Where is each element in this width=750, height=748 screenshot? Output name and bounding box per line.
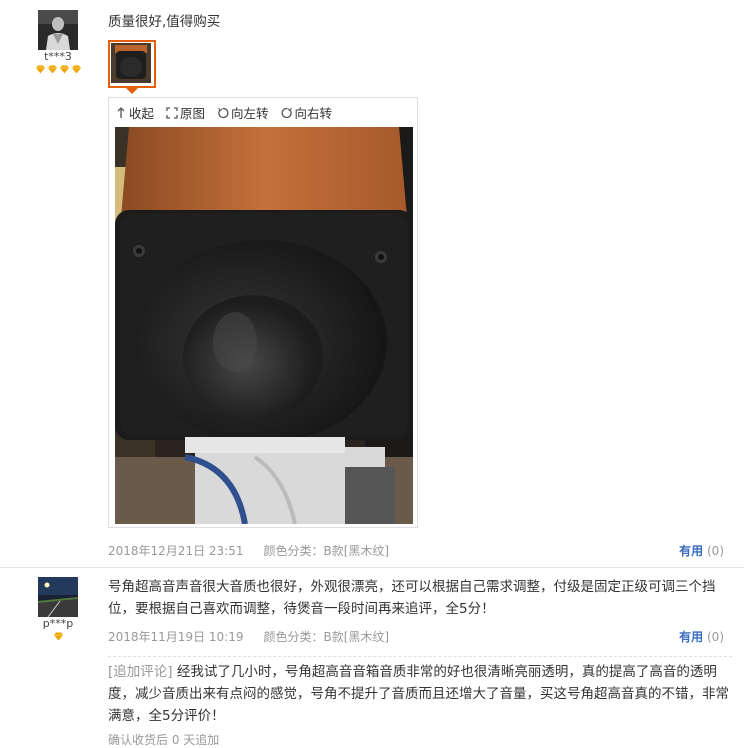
diamond-icon bbox=[53, 632, 63, 641]
useful-button[interactable]: 有用 (0) bbox=[679, 542, 724, 559]
rotate-right-button[interactable]: 向右转 bbox=[281, 103, 333, 122]
reviewer: t***3 bbox=[28, 10, 88, 74]
username: p***p bbox=[42, 617, 74, 630]
review-item: t***3 质量很好,值得购买 收起 原图 向左转 向右转 2018年12月21… bbox=[0, 0, 744, 568]
useful-count: (0) bbox=[707, 544, 724, 558]
diamond-icon bbox=[59, 65, 69, 74]
followup-review: [追加评论] 经我试了几小时，号角超高音音箱音质非常的好也很清晰亮丽透明，真的提… bbox=[108, 656, 732, 727]
review-meta: 2018年12月21日 23:51 颜色分类：B款[黑木纹] bbox=[108, 542, 389, 559]
diamond-icon bbox=[71, 65, 81, 74]
review-photo-thumbnail[interactable] bbox=[108, 40, 156, 88]
review-date: 2018年12月21日 23:51 bbox=[108, 544, 244, 558]
user-level bbox=[28, 632, 88, 641]
diamond-icon bbox=[47, 65, 57, 74]
thumbnail-pointer bbox=[126, 88, 138, 94]
review-variant: 颜色分类：B款[黑木纹] bbox=[263, 630, 390, 644]
username: t***3 bbox=[44, 50, 72, 63]
useful-label: 有用 bbox=[679, 630, 704, 644]
photo-viewer-toolbar: 收起 原图 向左转 向右转 bbox=[109, 98, 417, 127]
photo-viewer: 收起 原图 向左转 向右转 bbox=[108, 97, 418, 528]
diamond-icon bbox=[35, 65, 45, 74]
avatar[interactable] bbox=[38, 577, 78, 617]
useful-button[interactable]: 有用 (0) bbox=[679, 628, 724, 645]
review-variant: 颜色分类：B款[黑木纹] bbox=[263, 544, 390, 558]
followup-text: 经我试了几小时，号角超高音音箱音质非常的好也很清晰亮丽透明，真的提高了高音的透明… bbox=[108, 664, 729, 724]
review-meta: 2018年11月19日 10:19 颜色分类：B款[黑木纹] bbox=[108, 628, 389, 645]
avatar[interactable] bbox=[38, 10, 78, 50]
original-image-label: 原图 bbox=[180, 106, 206, 121]
followup-label: [追加评论] bbox=[108, 664, 173, 680]
arrow-up-icon bbox=[117, 106, 125, 118]
review-text: 质量很好,值得购买 bbox=[108, 14, 221, 30]
rotate-left-icon bbox=[218, 107, 229, 118]
useful-count: (0) bbox=[707, 630, 724, 644]
rotate-left-button[interactable]: 向左转 bbox=[217, 103, 269, 122]
followup-timing: 确认收货后 0 天追加 bbox=[108, 733, 220, 747]
expand-icon bbox=[166, 106, 178, 119]
rotate-right-label: 向右转 bbox=[294, 106, 333, 121]
rotate-right-icon bbox=[281, 107, 292, 118]
original-image-button[interactable]: 原图 bbox=[166, 103, 205, 122]
user-level bbox=[28, 65, 88, 74]
review-item: p***p 号角超高音声音很大音质也很好，外观很漂亮，还可以根据自己需求调整，付… bbox=[0, 569, 744, 748]
collapse-button[interactable]: 收起 bbox=[115, 103, 154, 122]
useful-label: 有用 bbox=[679, 544, 704, 558]
review-text: 号角超高音声音很大音质也很好，外观很漂亮，还可以根据自己需求调整，付级是固定正级… bbox=[108, 579, 716, 617]
reviewer: p***p bbox=[28, 577, 88, 641]
review-date: 2018年11月19日 10:19 bbox=[108, 630, 244, 644]
collapse-label: 收起 bbox=[129, 106, 155, 121]
review-photo[interactable] bbox=[115, 127, 413, 524]
rotate-left-label: 向左转 bbox=[231, 106, 269, 121]
